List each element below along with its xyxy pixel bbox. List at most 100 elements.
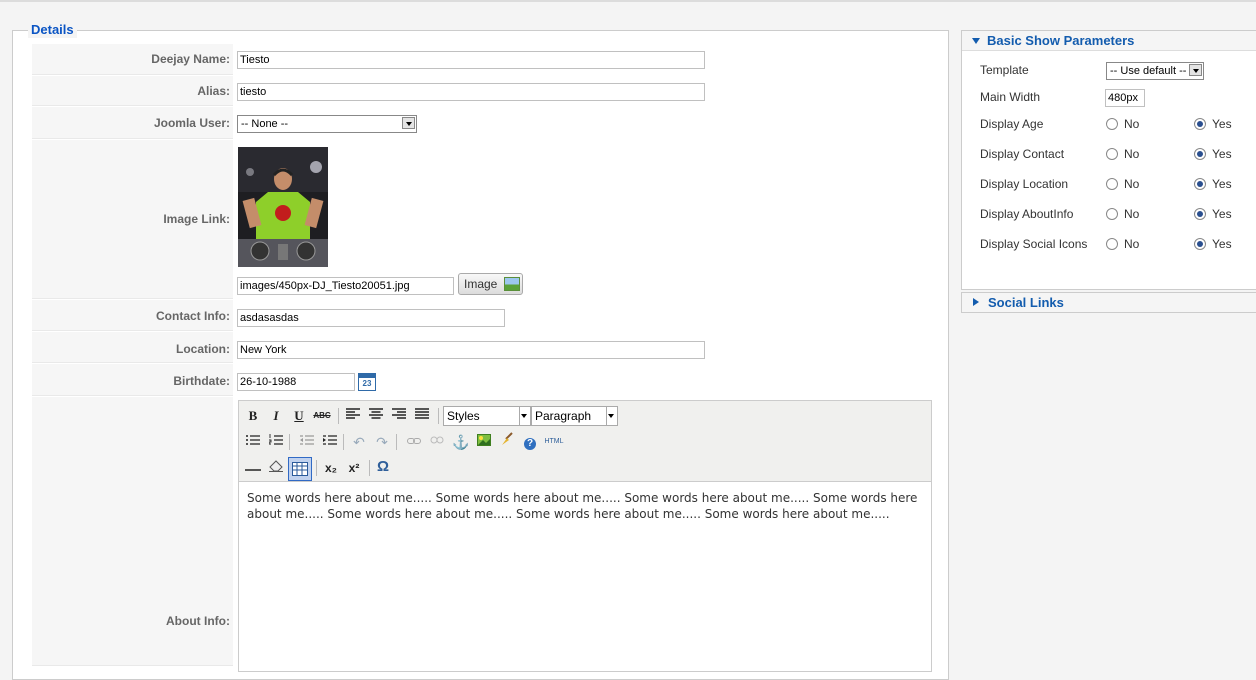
joomla-user-select[interactable]: -- None --	[237, 115, 417, 133]
birthdate-row: Birthdate:	[32, 364, 936, 396]
details-legend: Details	[28, 22, 77, 38]
template-value: -- Use default --	[1110, 65, 1187, 77]
editor-content[interactable]: Some words here about me..... Some words…	[247, 490, 923, 522]
display-age-yes-label: Yes	[1212, 117, 1232, 131]
toolbar-separator	[396, 434, 397, 450]
display-aboutinfo-no-radio[interactable]	[1106, 208, 1118, 220]
deejay-name-input[interactable]: Tiesto	[237, 51, 705, 69]
top-border	[0, 0, 1256, 2]
strikethrough-button[interactable]: ABC	[312, 406, 332, 426]
deejay-name-label: Deejay Name:	[151, 52, 230, 66]
main-width-label: Main Width	[980, 90, 1041, 104]
toolbar-separator	[369, 460, 370, 476]
display-location-label: Display Location	[980, 177, 1069, 191]
image-link-label: Image Link:	[163, 212, 230, 226]
calendar-icon[interactable]: 23	[358, 373, 376, 391]
alias-input[interactable]: tiesto	[237, 83, 705, 101]
html-source-icon[interactable]: HTML	[543, 432, 565, 452]
numbered-list-icon[interactable]	[266, 432, 286, 452]
toolbar-separator	[289, 434, 290, 450]
display-contact-label: Display Contact	[980, 147, 1065, 161]
subscript-button[interactable]: x₂	[321, 458, 341, 478]
alias-key: Alias:	[32, 76, 233, 106]
paragraph-select[interactable]: Paragraph	[531, 406, 618, 426]
image-button[interactable]: Image	[458, 273, 523, 295]
display-age-no-label: No	[1124, 117, 1140, 131]
about-info-key: About Info:	[32, 397, 233, 666]
table-icon[interactable]	[288, 457, 312, 481]
display-location-no-radio[interactable]	[1106, 178, 1118, 190]
display-aboutinfo-yes-label: Yes	[1212, 207, 1232, 221]
display-social-icons-yes-radio[interactable]	[1194, 238, 1206, 250]
display-aboutinfo-label: Display AboutInfo	[980, 207, 1074, 221]
horizontal-rule-icon[interactable]	[243, 458, 263, 478]
display-age-label: Display Age	[980, 117, 1044, 131]
basic-params-title: Basic Show Parameters	[987, 33, 1135, 48]
special-char-icon[interactable]: Ω	[373, 457, 393, 477]
contact-info-input[interactable]: asdasasdas	[237, 309, 505, 327]
birthdate-key: Birthdate:	[32, 364, 233, 396]
image-icon	[504, 277, 520, 291]
triangle-down-icon	[972, 38, 980, 44]
anchor-icon[interactable]: ⚓	[451, 432, 471, 452]
eraser-icon[interactable]	[266, 458, 286, 478]
italic-button[interactable]: I	[266, 406, 286, 426]
social-links-title: Social Links	[988, 295, 1064, 310]
underline-button[interactable]: U	[289, 406, 309, 426]
unlink-icon[interactable]	[427, 432, 447, 452]
location-input[interactable]: New York	[237, 341, 705, 359]
display-contact-no-radio[interactable]	[1106, 148, 1118, 160]
help-icon[interactable]: ?	[520, 432, 540, 452]
display-contact-no-label: No	[1124, 147, 1140, 161]
indent-icon[interactable]	[320, 432, 340, 452]
redo-icon[interactable]: ↷	[372, 432, 392, 452]
about-info-label: About Info:	[166, 614, 230, 628]
joomla-user-key: Joomla User:	[32, 107, 233, 139]
toolbar-separator	[343, 434, 344, 450]
triangle-right-icon	[973, 298, 979, 306]
chevron-down-icon[interactable]	[402, 117, 415, 129]
styles-select[interactable]: Styles	[443, 406, 531, 426]
link-icon[interactable]	[404, 432, 424, 452]
insert-image-icon[interactable]	[474, 432, 494, 452]
contact-info-key: Contact Info:	[32, 300, 233, 331]
bold-button[interactable]: B	[243, 406, 263, 426]
template-select[interactable]: -- Use default --	[1106, 62, 1204, 80]
social-links-panel[interactable]: Social Links	[961, 292, 1256, 313]
display-age-yes-radio[interactable]	[1194, 118, 1206, 130]
align-left-icon[interactable]	[343, 406, 363, 426]
contact-info-label: Contact Info:	[156, 309, 230, 323]
location-key: Location:	[32, 332, 233, 363]
display-location-no-label: No	[1124, 177, 1140, 191]
display-social-icons-yes-label: Yes	[1212, 237, 1232, 251]
joomla-user-label: Joomla User:	[153, 116, 230, 130]
joomla-user-row: Joomla User:	[32, 107, 936, 139]
birthdate-input[interactable]: 26-10-1988	[237, 373, 355, 391]
deejay-name-key: Deejay Name:	[32, 44, 233, 75]
toolbar-separator	[316, 460, 317, 476]
undo-icon[interactable]: ↶	[349, 432, 369, 452]
display-age-no-radio[interactable]	[1106, 118, 1118, 130]
chevron-down-icon[interactable]	[1189, 64, 1202, 76]
display-contact-yes-radio[interactable]	[1194, 148, 1206, 160]
align-center-icon[interactable]	[366, 406, 386, 426]
cleanup-icon[interactable]	[497, 432, 517, 452]
image-link-input[interactable]: images/450px-DJ_Tiesto20051.jpg	[237, 277, 454, 295]
display-aboutinfo-yes-radio[interactable]	[1194, 208, 1206, 220]
display-location-yes-radio[interactable]	[1194, 178, 1206, 190]
bullet-list-icon[interactable]	[243, 432, 263, 452]
display-social-icons-no-radio[interactable]	[1106, 238, 1118, 250]
main-width-input[interactable]: 480px	[1105, 89, 1145, 107]
basic-params-header[interactable]: Basic Show Parameters	[962, 31, 1256, 51]
editor-toolbar: B I U ABC Styles Paragraph ↶ ↷ ⚓ ? HTML …	[239, 401, 931, 482]
display-contact-yes-label: Yes	[1212, 147, 1232, 161]
toolbar-separator	[438, 408, 439, 424]
superscript-button[interactable]: x²	[344, 458, 364, 478]
joomla-user-value: -- None --	[241, 118, 289, 130]
align-justify-icon[interactable]	[412, 406, 432, 426]
outdent-icon[interactable]	[297, 432, 317, 452]
align-right-icon[interactable]	[389, 406, 409, 426]
birthdate-label: Birthdate:	[173, 374, 230, 388]
dj-photo	[238, 147, 328, 267]
template-label: Template	[980, 63, 1029, 77]
